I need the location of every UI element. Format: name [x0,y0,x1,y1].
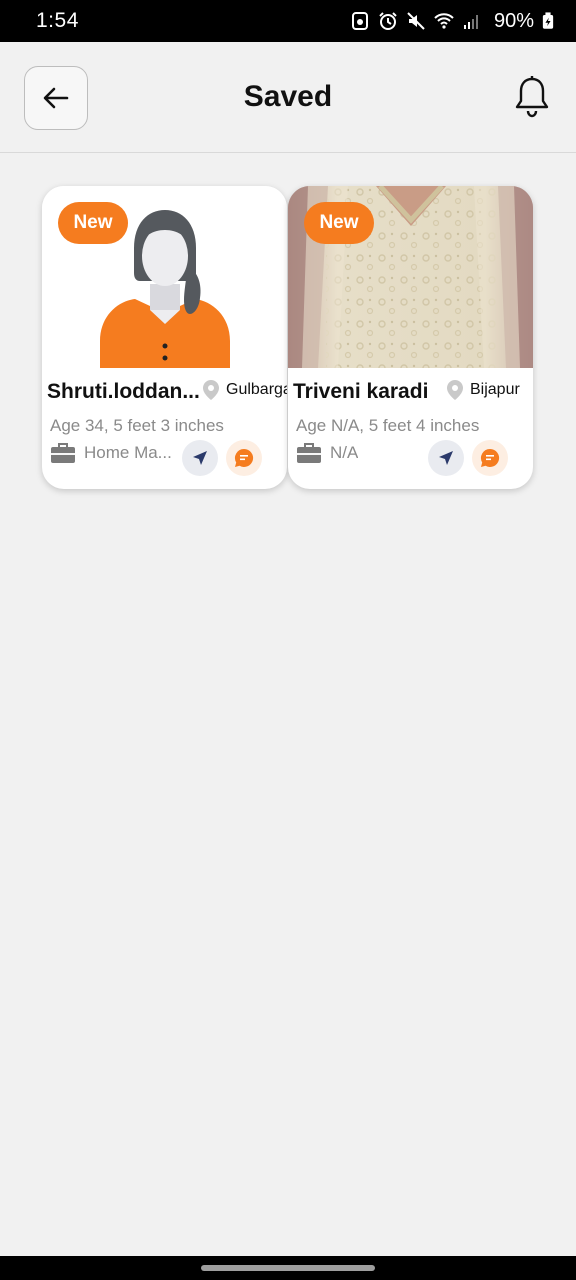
status-time: 1:54 [36,9,79,32]
page-title: Saved [243,80,333,113]
system-nav-bar [0,1256,576,1280]
wifi-icon [434,13,454,29]
send-icon [439,451,453,465]
status-bar: 1:54 90% [0,0,576,42]
chat-button[interactable] [472,440,508,476]
battery-charging-icon [542,12,554,29]
briefcase-icon [51,443,75,463]
new-badge: New [58,202,128,244]
signal-icon [463,15,478,29]
profile-card[interactable]: New Shruti.loddan... Gulbarga Age 34, 5 … [42,186,287,489]
occupation-text: Home Ma... [84,443,172,462]
age-height-text: Age 34, 5 feet 3 inches [50,416,224,435]
chat-bubble-icon [234,448,254,467]
chat-bubble-icon [480,448,500,467]
send-icon [193,451,207,465]
briefcase-icon [297,443,321,463]
location-pin-icon [447,380,463,400]
age-height-text: Age N/A, 5 feet 4 inches [296,416,480,435]
chat-button[interactable] [226,440,262,476]
profile-name[interactable]: Triveni karadi [293,380,428,404]
home-indicator[interactable] [201,1265,375,1271]
profile-location: Bijapur [446,379,520,401]
alarm-icon [379,12,397,30]
location-text: Gulbarga [226,381,287,398]
profile-occupation: Home Ma... [50,442,172,464]
notifications-button[interactable] [512,74,552,120]
status-icons: 90% [350,10,554,33]
new-badge: New [304,202,374,244]
location-text: Bijapur [470,381,520,398]
profile-name[interactable]: Shruti.loddan... [47,380,200,404]
profile-location: Gulbarga [202,379,287,401]
profile-card[interactable]: New Triveni karadi Bijapur Age N/A, 5 fe… [288,186,533,489]
app-notification-icon [351,12,368,30]
send-interest-button[interactable] [428,440,464,476]
app-header: Saved [0,42,576,153]
battery-percent: 90% [493,9,534,32]
send-interest-button[interactable] [182,440,218,476]
bell-icon [515,76,549,118]
profile-occupation: N/A [296,442,358,464]
occupation-text: N/A [330,443,359,462]
location-pin-icon [203,380,219,400]
mute-icon [407,12,425,30]
